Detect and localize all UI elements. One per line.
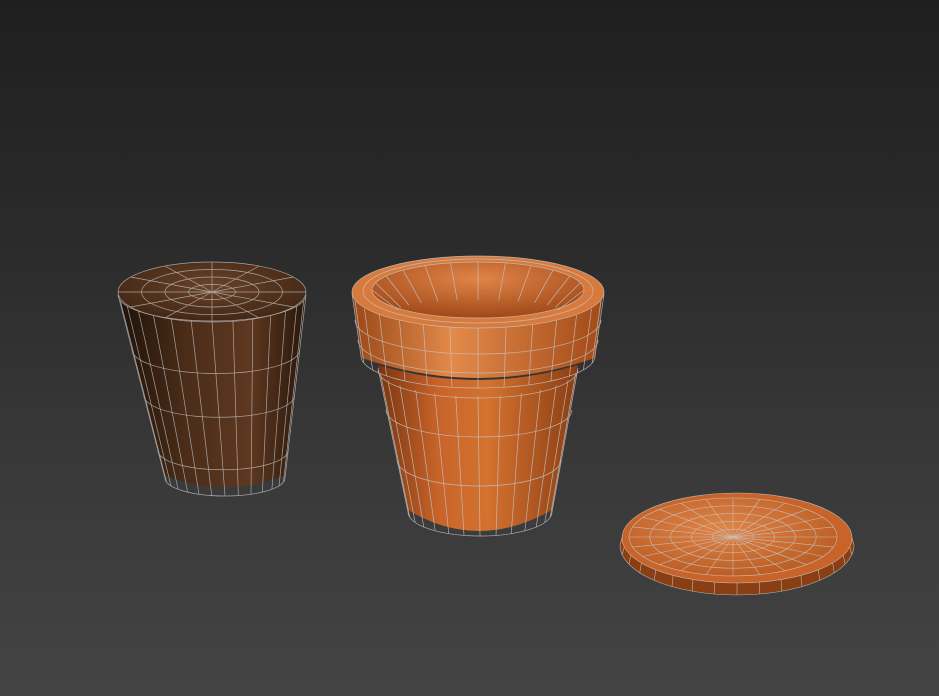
terracotta-pot[interactable]: [351, 255, 605, 537]
soil-core[interactable]: [117, 261, 307, 497]
saucer[interactable]: [619, 492, 855, 596]
3d-viewport[interactable]: [0, 0, 939, 696]
scene-canvas: [117, 255, 855, 596]
